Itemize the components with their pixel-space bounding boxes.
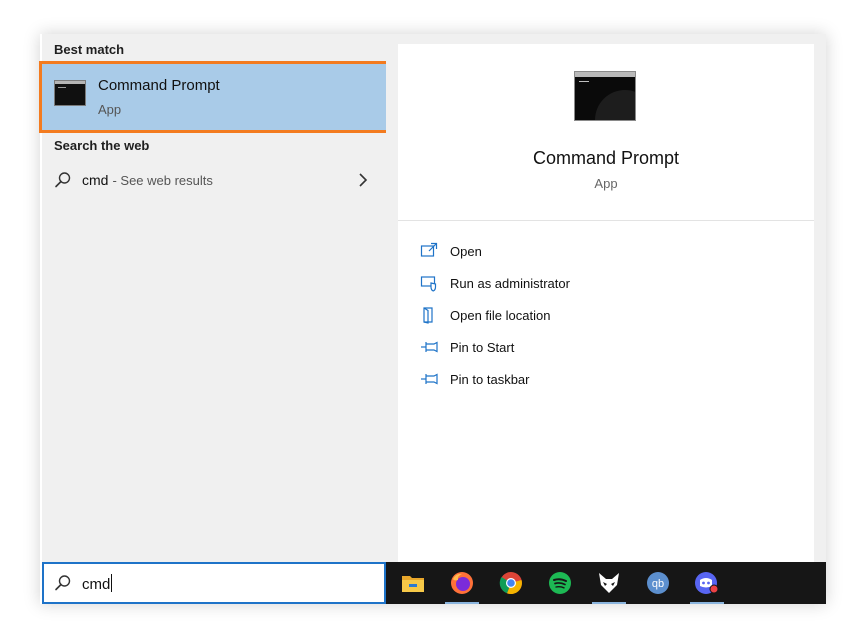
open-icon [420, 242, 438, 257]
detail-divider [398, 220, 814, 221]
web-query-suffix: - See web results [112, 173, 213, 188]
fox-icon [599, 573, 619, 593]
search-input-value: cmd [82, 576, 111, 593]
run-as-admin-icon [420, 276, 437, 292]
taskbar-spotify[interactable] [540, 562, 580, 604]
file-location-icon [423, 307, 433, 324]
best-match-heading: Best match [54, 42, 125, 57]
chrome-icon [499, 572, 522, 595]
taskbar-discord[interactable] [687, 562, 727, 604]
svg-text:qb: qb [652, 578, 664, 590]
taskbar-fox-app[interactable] [589, 562, 629, 604]
detail-app-title: Command Prompt [532, 148, 680, 168]
running-indicator [445, 602, 479, 604]
pin-icon [421, 341, 438, 353]
discord-icon [695, 572, 719, 594]
search-results-pane: Best match Command Prompt App Search the… [39, 34, 389, 562]
file-explorer-icon [402, 576, 424, 592]
action-run-as-admin[interactable]: Run as administrator [420, 271, 780, 295]
app-detail-pane: Command Prompt App Open Run as administr… [398, 44, 814, 562]
best-match-subtitle: App [98, 102, 122, 117]
spotify-icon [549, 572, 571, 594]
action-open-file-location[interactable]: Open file location [420, 303, 780, 327]
firefox-icon [451, 572, 473, 594]
action-pin-to-taskbar[interactable]: Pin to taskbar [420, 367, 780, 391]
taskbar-firefox[interactable] [442, 562, 482, 604]
command-prompt-icon [54, 80, 86, 106]
chevron-right-icon[interactable] [358, 172, 368, 188]
action-pin-to-start[interactable]: Pin to Start [420, 335, 780, 359]
taskbar-file-explorer[interactable] [393, 562, 433, 604]
action-pin-to-taskbar-label: Pin to taskbar [450, 371, 530, 387]
running-indicator [690, 602, 724, 604]
web-result-row[interactable]: cmd - See web results [42, 162, 386, 198]
text-caret [111, 574, 113, 592]
command-prompt-large-icon [574, 71, 636, 121]
best-match-result[interactable]: Command Prompt App [39, 61, 389, 133]
action-open-label: Open [450, 243, 482, 259]
best-match-title: Command Prompt [98, 77, 220, 94]
search-web-heading: Search the web [54, 138, 150, 153]
action-pin-to-start-label: Pin to Start [450, 339, 515, 355]
taskbar-qbittorrent[interactable]: qb [638, 562, 678, 604]
pin-icon [421, 373, 438, 385]
detail-app-subtitle: App [594, 176, 618, 191]
taskbar-chrome[interactable] [491, 562, 531, 604]
highlight-ring [39, 61, 389, 133]
running-indicator [592, 602, 626, 604]
taskbar: qb [386, 562, 826, 604]
action-run-as-admin-label: Run as administrator [450, 275, 570, 291]
qbittorrent-icon: qb [647, 572, 669, 594]
action-open[interactable]: Open [420, 239, 780, 263]
search-icon [55, 172, 71, 188]
search-icon [55, 575, 71, 591]
web-query-text: cmd [82, 172, 109, 188]
search-input[interactable]: cmd [42, 562, 386, 604]
action-open-file-location-label: Open file location [450, 307, 551, 323]
